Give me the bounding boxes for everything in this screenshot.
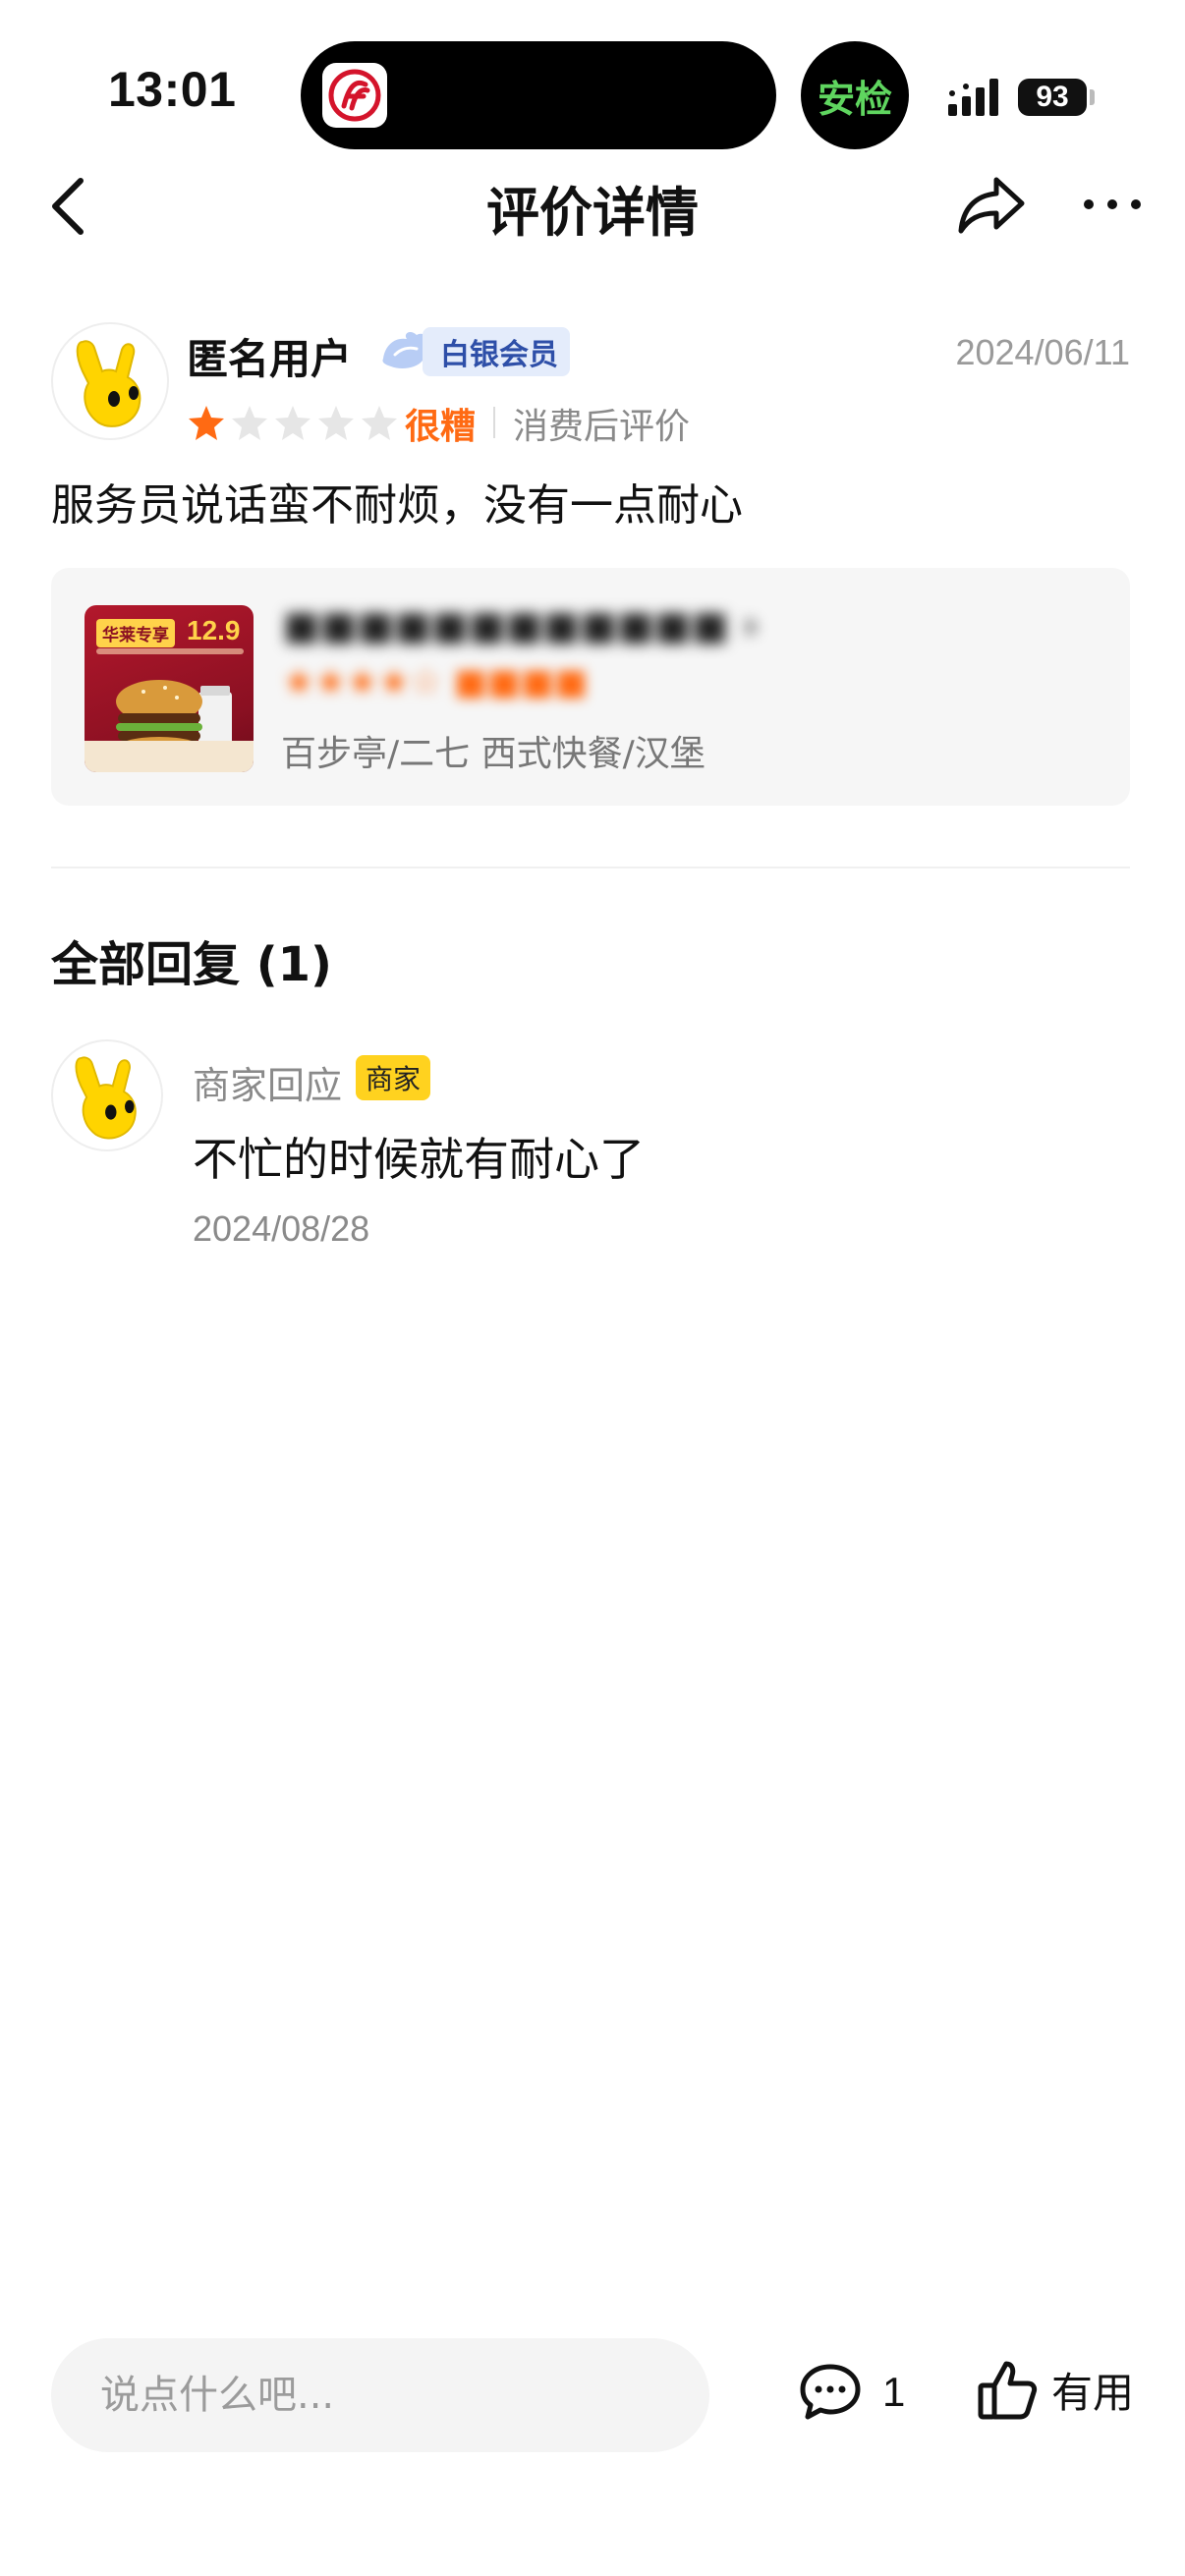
merchant-avatar[interactable] — [51, 1039, 163, 1151]
useful-button[interactable]: 有用 — [977, 2358, 1134, 2421]
thumb-subtitle — [96, 648, 244, 654]
merchant-badge: 商家 — [356, 1055, 431, 1100]
more-options-icon[interactable] — [1081, 187, 1144, 222]
star-icon-empty — [275, 406, 310, 440]
star-icon-empty — [232, 406, 267, 440]
dynamic-island — [301, 41, 776, 149]
section-divider — [51, 867, 1130, 868]
signal-icon — [948, 79, 1003, 120]
member-level-label: 白银会员 — [423, 327, 570, 376]
user-name[interactable]: 匿名用户 — [187, 326, 352, 386]
reply-content: 不忙的时候就有耐心了 — [193, 1133, 645, 1186]
rating-note: 消费后评价 — [513, 407, 691, 447]
security-check-indicator: 安检 — [801, 41, 909, 149]
battery-indicator: 93 — [1018, 79, 1087, 116]
member-badge: 白银会员 — [377, 327, 570, 376]
review-content: 服务员说话蛮不耐烦，没有一点耐心 — [51, 480, 743, 531]
status-time: 13:01 — [108, 62, 237, 117]
shop-name-redacted: ■■■■■■■■■■■■ › — [283, 603, 759, 648]
useful-label: 有用 — [1051, 2368, 1135, 2417]
shop-thumbnail: 华莱专享 12.9 — [85, 605, 254, 772]
comment-button[interactable]: 1 — [798, 2362, 905, 2423]
shop-location-category: 百步亭/二七 西式快餐/汉堡 — [281, 734, 705, 774]
star-icon-filled — [189, 406, 224, 440]
comment-icon — [800, 2364, 861, 2420]
thumb-footer — [85, 741, 254, 772]
thumbs-up-icon — [978, 2361, 1038, 2420]
reply-date: 2024/08/28 — [193, 1208, 370, 1249]
battery-tip — [1090, 89, 1095, 105]
replies-title: 全部回复 (1) — [51, 937, 332, 992]
thumb-tag: 华莱专享 — [96, 619, 175, 647]
shop-rating-redacted: ★★★★☆ ■■■■ — [283, 662, 588, 702]
rating-text: 很糟 — [405, 407, 477, 447]
comment-input[interactable] — [51, 2338, 709, 2452]
share-icon[interactable] — [955, 172, 1028, 237]
reply-user: 商家回应 — [193, 1064, 343, 1107]
avatar[interactable] — [51, 322, 169, 440]
star-rating — [187, 403, 403, 442]
app-logo-icon — [322, 63, 387, 128]
thumb-price: 12.9 — [187, 615, 241, 645]
comment-count: 1 — [882, 2369, 906, 2415]
star-icon-empty — [318, 406, 354, 440]
rating-divider — [493, 407, 495, 438]
review-date: 2024/06/11 — [955, 332, 1130, 372]
star-icon-empty — [362, 406, 397, 440]
review-detail-page: 13:01 安检 93 评价详情 匿名用户 白银会员 2024/06/11 很糟… — [0, 0, 1185, 2576]
